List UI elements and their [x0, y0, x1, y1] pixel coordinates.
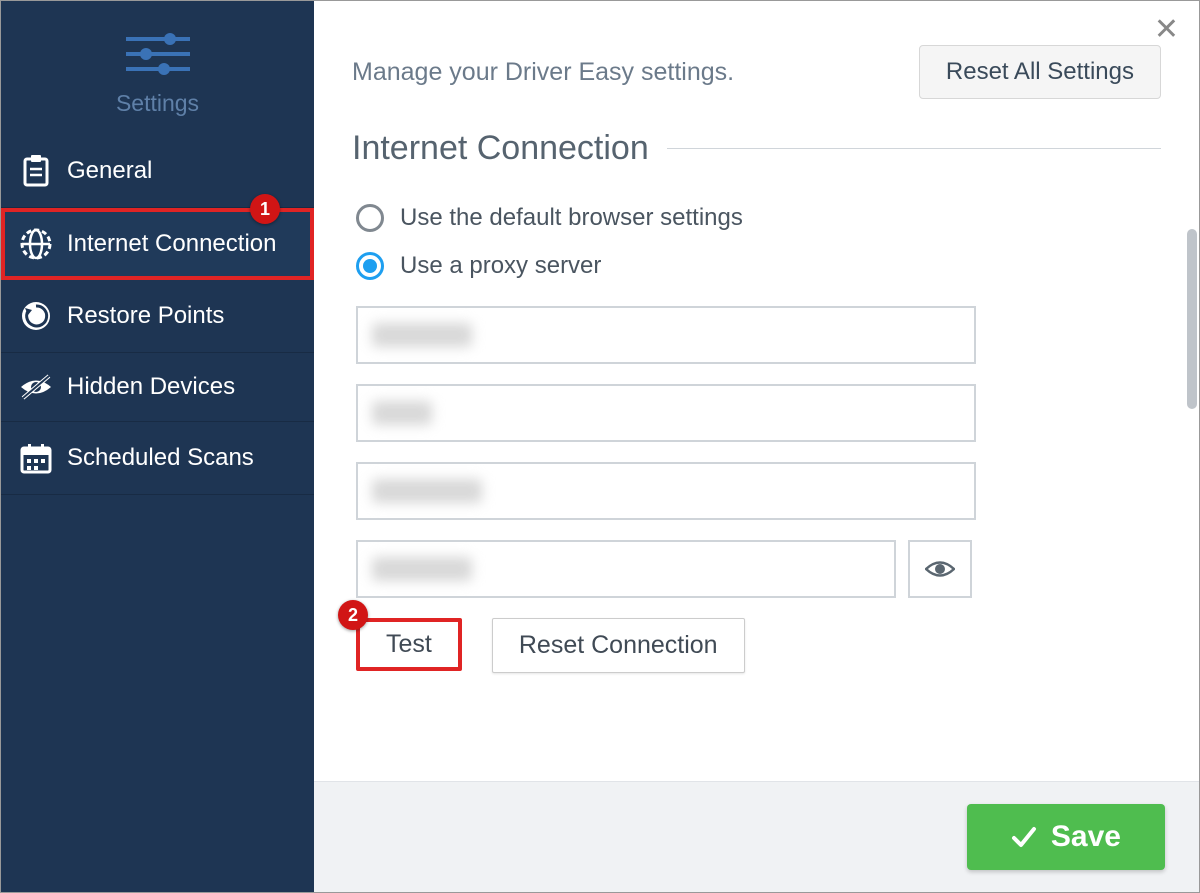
sidebar: Settings General 1 Internet Connection	[1, 1, 314, 892]
main-panel: ✕ Manage your Driver Easy settings. Rese…	[314, 1, 1199, 892]
clipboard-icon	[19, 155, 53, 187]
save-label: Save	[1051, 820, 1121, 854]
sidebar-item-label: Scheduled Scans	[67, 444, 254, 472]
settings-description: Manage your Driver Easy settings.	[352, 58, 734, 87]
proxy-password-input[interactable]	[356, 540, 896, 598]
settings-title: Settings	[1, 90, 314, 117]
section-title: Internet Connection	[352, 129, 649, 168]
radio-icon[interactable]	[356, 204, 384, 232]
top-bar: Manage your Driver Easy settings. Reset …	[314, 1, 1199, 129]
radio-default-browser[interactable]: Use the default browser settings	[340, 194, 1161, 242]
radio-label: Use the default browser settings	[400, 204, 743, 232]
proxy-port-input[interactable]	[356, 384, 976, 442]
proxy-username-input[interactable]	[356, 462, 976, 520]
sidebar-header: Settings	[1, 1, 314, 135]
content-area: Internet Connection Use the default brow…	[314, 129, 1199, 781]
sidebar-item-label: General	[67, 157, 152, 185]
calendar-icon	[19, 442, 53, 474]
annotation-badge-2: 2	[338, 600, 368, 630]
close-icon[interactable]: ✕	[1154, 15, 1179, 45]
sidebar-item-restore-points[interactable]: Restore Points	[1, 280, 314, 353]
sidebar-item-internet-connection[interactable]: 1 Internet Connection	[1, 208, 314, 280]
annotation-badge-1: 1	[250, 194, 280, 224]
sidebar-item-label: Restore Points	[67, 302, 224, 330]
globe-icon	[19, 228, 53, 260]
reset-all-settings-button[interactable]: Reset All Settings	[919, 45, 1161, 99]
sliders-icon	[120, 29, 196, 84]
scrollbar[interactable]	[1187, 229, 1197, 529]
sidebar-item-label: Hidden Devices	[67, 373, 235, 401]
eye-icon	[925, 558, 955, 580]
checkmark-icon	[1011, 824, 1037, 850]
sidebar-item-scheduled-scans[interactable]: Scheduled Scans	[1, 422, 314, 495]
footer: Save	[314, 781, 1199, 892]
save-button[interactable]: Save	[967, 804, 1165, 870]
test-connection-button[interactable]: Test	[356, 618, 462, 671]
radio-label: Use a proxy server	[400, 252, 601, 280]
proxy-server-input[interactable]	[356, 306, 976, 364]
scrollbar-thumb[interactable]	[1187, 229, 1197, 409]
radio-proxy-server[interactable]: Use a proxy server	[340, 242, 1161, 290]
radio-icon-selected[interactable]	[356, 252, 384, 280]
sidebar-item-label: Internet Connection	[67, 230, 276, 258]
toggle-password-visibility-button[interactable]	[908, 540, 972, 598]
restore-icon	[19, 300, 53, 332]
sidebar-item-hidden-devices[interactable]: Hidden Devices	[1, 353, 314, 422]
eye-slash-icon	[19, 374, 53, 400]
reset-connection-button[interactable]: Reset Connection	[492, 618, 745, 673]
divider	[667, 148, 1161, 149]
